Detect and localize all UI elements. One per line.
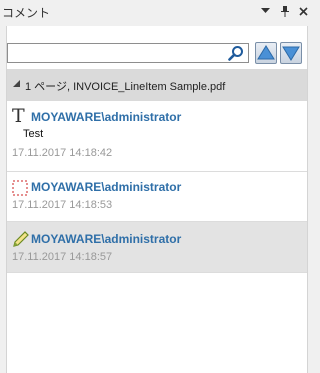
comment-item[interactable]: T MOYAWARE\administrator Test 17.11.2017… bbox=[7, 101, 307, 172]
panel-menu-icon[interactable] bbox=[258, 4, 272, 18]
comment-item[interactable]: MOYAWARE\administrator 17.11.2017 14:18:… bbox=[7, 172, 307, 222]
comment-item-selected[interactable]: MOYAWARE\administrator 17.11.2017 14:18:… bbox=[7, 222, 307, 273]
comment-author: MOYAWARE\administrator bbox=[31, 110, 182, 124]
comment-timestamp: 17.11.2017 14:18:57 bbox=[12, 251, 113, 263]
text-comment-icon: T bbox=[12, 105, 28, 127]
search-icon[interactable] bbox=[228, 45, 244, 61]
next-comment-button[interactable] bbox=[280, 42, 302, 64]
panel-titlebar: コメント bbox=[0, 0, 313, 24]
triangle-down-icon bbox=[282, 46, 300, 61]
panel-title: コメント bbox=[2, 6, 51, 20]
comment-author: MOYAWARE\administrator bbox=[31, 180, 182, 194]
search-box[interactable] bbox=[7, 43, 249, 63]
search-input[interactable] bbox=[12, 45, 226, 63]
pin-icon[interactable] bbox=[278, 4, 292, 18]
rectangle-annotation-icon bbox=[12, 180, 28, 199]
close-icon[interactable] bbox=[296, 4, 310, 18]
page-group-label: 1 ページ, INVOICE_LineItem Sample.pdf bbox=[25, 81, 226, 93]
triangle-up-icon bbox=[257, 45, 275, 60]
comment-timestamp: 17.11.2017 14:18:42 bbox=[12, 147, 113, 159]
expand-caret-icon[interactable] bbox=[13, 80, 20, 89]
pencil-icon bbox=[12, 230, 30, 251]
svg-text:T: T bbox=[12, 106, 25, 124]
comment-timestamp: 17.11.2017 14:18:53 bbox=[12, 199, 113, 211]
comment-author: MOYAWARE\administrator bbox=[31, 232, 182, 246]
comment-text: Test bbox=[23, 128, 44, 140]
previous-comment-button[interactable] bbox=[255, 42, 277, 64]
page-group-header[interactable]: 1 ページ, INVOICE_LineItem Sample.pdf bbox=[7, 69, 307, 101]
comments-panel: 1 ページ, INVOICE_LineItem Sample.pdf T MOY… bbox=[6, 26, 308, 373]
